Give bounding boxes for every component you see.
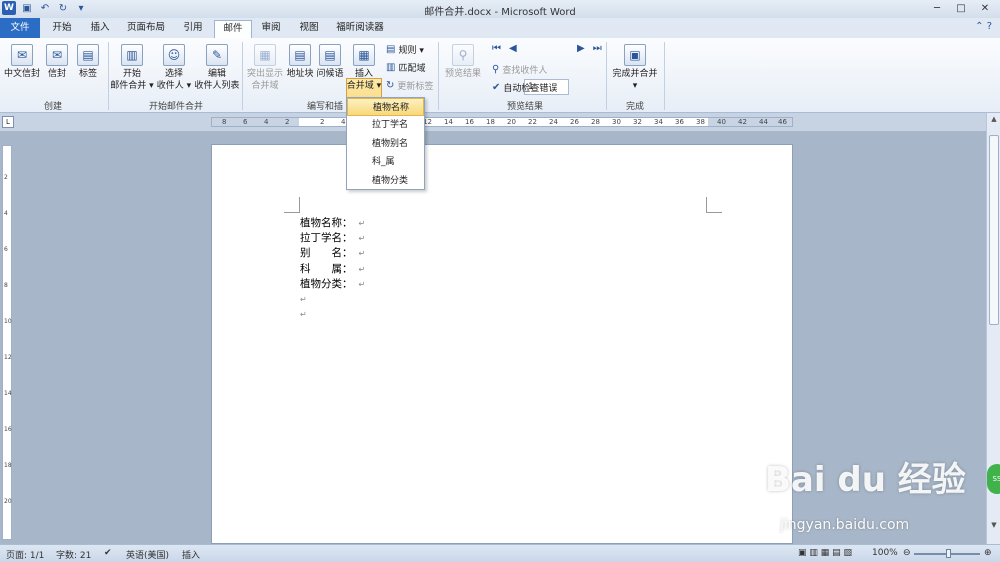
close-button[interactable]: ✕: [974, 1, 996, 16]
find-icon: ⚲: [492, 64, 500, 75]
envelope-button[interactable]: ✉ 信封: [42, 44, 72, 80]
page-count[interactable]: 页面: 1/1: [6, 548, 44, 561]
edit-recipient-list-button[interactable]: ✎ 编辑 收件人列表: [194, 44, 240, 92]
group-label-write: 编写和插: [306, 102, 343, 112]
tab-view[interactable]: 视图: [290, 20, 328, 38]
merge-field-dropdown: 植物名称 拉丁学名 植物别名 科_属 植物分类: [346, 97, 425, 190]
group-label-preview: 预览结果: [506, 102, 543, 112]
match-fields-button[interactable]: ▥ 匹配域: [386, 61, 425, 74]
document-page[interactable]: 植物名称： ↵ 拉丁学名： ↵ 别 名： ↵ 科 属： ↵ 植物分类： ↵ ↵ ↵: [211, 144, 793, 544]
dropdown-item-classification[interactable]: 植物分类: [347, 172, 424, 190]
ribbon: ✉ 中文信封 ✉ 信封 ▤ 标签 创建 ▥ 开始 邮件合并 ▾ ☺ 选择 收件人 ▾ ✎ 编辑收…: [0, 38, 1000, 136]
zoom-level[interactable]: 100%: [872, 548, 898, 558]
update-labels-button[interactable]: ↻ 更新标签: [386, 79, 433, 92]
vertical-ruler[interactable]: 2 4 6 8 10 12 14 16 18 20: [2, 145, 12, 540]
rules-icon: ▤: [386, 44, 396, 55]
preview-results-button[interactable]: ⚲ 预览结果: [442, 44, 484, 80]
zoom-out-icon[interactable]: ⊖: [903, 548, 911, 558]
greeting-line-button[interactable]: ▤ 问候语: [314, 44, 346, 80]
record-navigation: ⏮ ◀: [492, 43, 517, 54]
floating-green-icon[interactable]: SS: [987, 464, 1000, 494]
magnifier-icon: ⚲: [452, 44, 474, 66]
address-block-button[interactable]: ▤ 地址块: [284, 44, 316, 80]
watermark-url: jingyan.baidu.com: [780, 517, 910, 533]
doc-line: 植物分类： ↵: [300, 277, 366, 290]
labels-icon: ▤: [77, 44, 99, 66]
doc-line: ↵: [300, 310, 307, 320]
document-body[interactable]: 植物名称： ↵ 拉丁学名： ↵ 别 名： ↵ 科 属： ↵ 植物分类： ↵ ↵ ↵: [300, 216, 365, 322]
tab-foxit-reader[interactable]: 福昕阅读器: [330, 20, 390, 38]
tab-selector-button[interactable]: L: [2, 116, 14, 128]
scroll-up-icon[interactable]: ▲: [989, 115, 999, 123]
dropdown-item-plant-name[interactable]: 植物名称: [347, 98, 424, 117]
group-label-create: 创建: [43, 102, 62, 112]
auto-check-errors-button[interactable]: ✔ 自动检查错误: [492, 81, 557, 94]
insert-merge-field-button[interactable]: ▦ 插入 合并域 ▾: [346, 44, 382, 92]
language-indicator[interactable]: 英语(美国): [126, 548, 169, 561]
dropdown-item-latin-name[interactable]: 拉丁学名: [347, 116, 424, 134]
horizontal-ruler[interactable]: 8 6 4 2 2 4 6 8 10 12 14 16 18 20 22 24 …: [211, 117, 793, 127]
highlight-icon: ▦: [254, 44, 276, 66]
match-fields-icon: ▥: [386, 62, 396, 73]
finish-merge-icon: ▣: [624, 44, 646, 66]
update-labels-icon: ↻: [386, 80, 395, 91]
envelope-icon: ✉: [11, 44, 33, 66]
maximize-button[interactable]: □: [950, 1, 972, 16]
dropdown-item-family-genus[interactable]: 科_属: [347, 153, 424, 171]
doc-line: 科 属： ↵: [300, 262, 366, 275]
minimize-button[interactable]: ─: [926, 1, 948, 16]
window-title: 邮件合并.docx - Microsoft Word: [424, 7, 576, 18]
group-label-start: 开始邮件合并: [148, 102, 203, 112]
previous-record-icon[interactable]: ◀: [509, 43, 517, 54]
select-recipients-button[interactable]: ☺ 选择 收件人 ▾: [152, 44, 196, 92]
check-errors-icon: ✔: [492, 82, 501, 93]
group-label-finish: 完成: [625, 102, 644, 112]
finish-merge-button[interactable]: ▣ 完成并合并 ▾: [608, 44, 662, 92]
status-bar: 页面: 1/1 字数: 21 ✔ 英语(美国) 插入 ▣ ▥ ▦ ▤ ▧ 100…: [0, 544, 1000, 562]
tab-file[interactable]: 文件: [0, 18, 40, 38]
rules-button[interactable]: ▤ 规则 ▾: [386, 43, 424, 56]
greeting-icon: ▤: [319, 44, 341, 66]
scroll-down-icon[interactable]: ▼: [989, 521, 999, 529]
recipients-icon: ☺: [163, 44, 185, 66]
edit-list-icon: ✎: [206, 44, 228, 66]
address-block-icon: ▤: [289, 44, 311, 66]
title-bar: W ▣ ↶ ↻ ▾ 邮件合并.docx - Microsoft Word ─ □…: [0, 0, 1000, 18]
zoom-in-icon[interactable]: ⊕: [984, 548, 992, 558]
tab-page-layout[interactable]: 页面布局: [120, 20, 172, 38]
tab-mailings[interactable]: 邮件: [214, 20, 252, 38]
insert-mode[interactable]: 插入: [182, 548, 200, 561]
doc-line: 拉丁学名： ↵: [300, 232, 366, 245]
document-icon: ▥: [121, 44, 143, 66]
envelope-icon: ✉: [46, 44, 68, 66]
first-record-icon[interactable]: ⏮: [492, 43, 501, 54]
tab-insert[interactable]: 插入: [82, 20, 118, 38]
doc-line: 植物名称： ↵: [300, 217, 366, 229]
highlight-merge-fields-button[interactable]: ▦ 突出显示 合并域: [244, 44, 286, 92]
labels-button[interactable]: ▤ 标签: [72, 44, 104, 80]
tab-references[interactable]: 引用: [174, 20, 212, 38]
word-count[interactable]: 字数: 21: [56, 548, 91, 561]
print-layout-icon[interactable]: ▣ ▥ ▦ ▤ ▧: [798, 548, 852, 558]
help-icon[interactable]: ⌃ ?: [975, 21, 992, 32]
baidu-watermark: Bai du 经验: [765, 460, 966, 500]
last-record-icon[interactable]: ⏭: [593, 43, 602, 54]
dropdown-item-alias[interactable]: 植物别名: [347, 135, 424, 153]
chinese-envelope-button[interactable]: ✉ 中文信封: [2, 44, 42, 80]
insert-field-icon: ▦: [353, 44, 375, 66]
ribbon-tabs: 文件 开始 插入 页面布局 引用 邮件 审阅 视图 福昕阅读器 ⌃ ?: [0, 18, 1000, 38]
zoom-slider[interactable]: [946, 549, 951, 558]
tab-review[interactable]: 审阅: [252, 20, 290, 38]
scroll-thumb[interactable]: [989, 135, 999, 325]
tab-home[interactable]: 开始: [44, 20, 80, 38]
doc-line: 别 名： ↵: [300, 247, 366, 260]
doc-line: ↵: [300, 295, 307, 305]
proofing-icon[interactable]: ✔: [104, 548, 112, 558]
next-record-icon[interactable]: ▶: [577, 43, 585, 54]
start-mail-merge-button[interactable]: ▥ 开始 邮件合并 ▾: [110, 44, 154, 92]
find-recipient-button[interactable]: ⚲ 查找收件人: [492, 63, 547, 76]
